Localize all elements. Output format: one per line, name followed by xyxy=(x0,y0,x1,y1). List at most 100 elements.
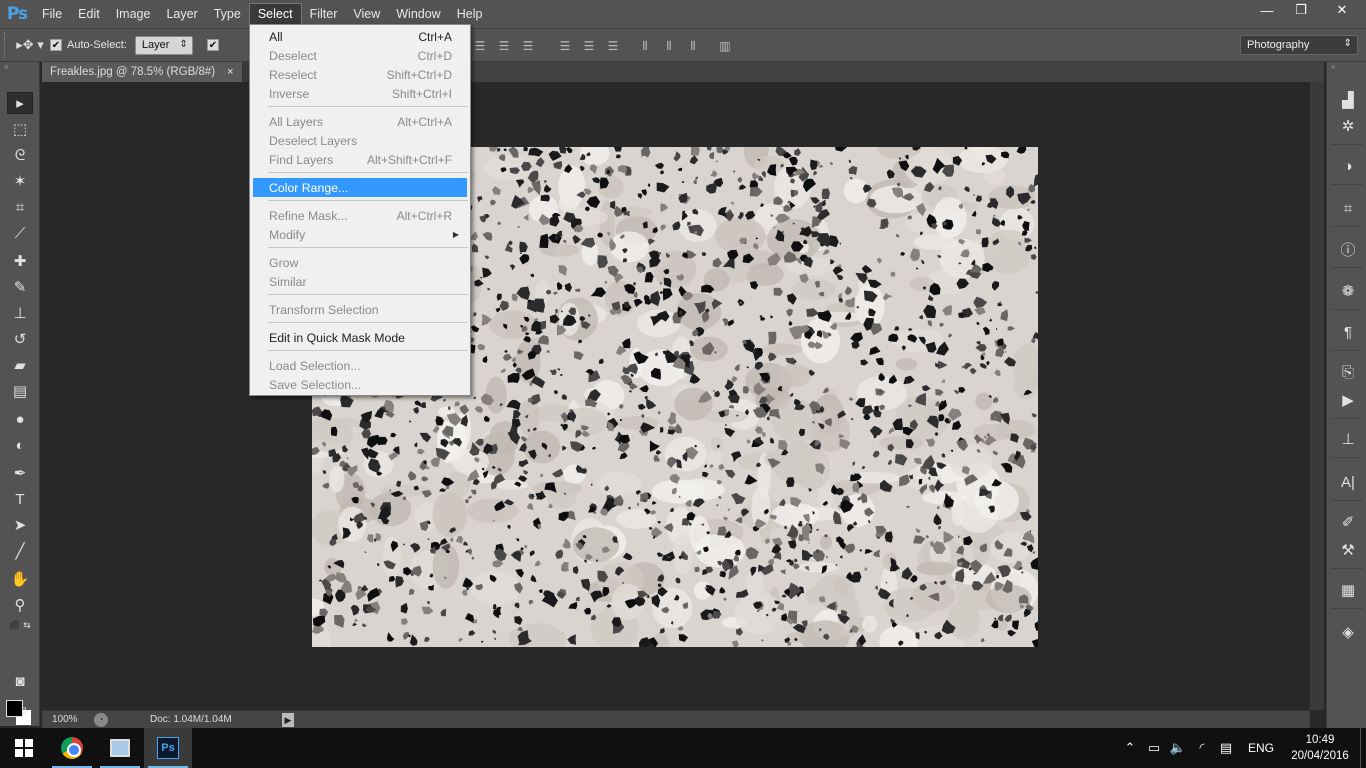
path-selection-tool-icon[interactable]: ➤ xyxy=(7,514,33,536)
canvas-area[interactable] xyxy=(42,82,1310,710)
auto-select-option[interactable]: ✔ Auto-Select: xyxy=(50,39,127,51)
layers-panel-icon[interactable]: ◈ xyxy=(1336,620,1360,644)
minimize-button[interactable]: — xyxy=(1250,0,1284,20)
eraser-tool-icon[interactable]: ▰ xyxy=(7,354,33,376)
menu-item-quick-mask[interactable]: Edit in Quick Mask Mode xyxy=(253,328,467,347)
clock[interactable]: 10:49 20/04/2016 xyxy=(1284,732,1356,764)
tab-document-1[interactable]: Freakles.jpg @ 78.5% (RGB/8#) × xyxy=(42,62,243,82)
marquee-tool-icon[interactable]: ⬚ xyxy=(7,118,33,140)
menu-select[interactable]: Select xyxy=(248,3,302,25)
input-language[interactable]: ENG xyxy=(1248,741,1274,755)
auto-select-target-select[interactable]: Layer xyxy=(134,35,193,55)
menu-item-grow[interactable]: Grow xyxy=(253,253,467,272)
distribute-vcenter-icon[interactable]: ☰ xyxy=(579,36,599,56)
menu-edit[interactable]: Edit xyxy=(70,3,108,25)
menu-item-refine-mask[interactable]: Refine Mask... Alt+Ctrl+R xyxy=(253,206,467,225)
history-brush-tool-icon[interactable]: ↺ xyxy=(7,328,33,350)
menu-window[interactable]: Window xyxy=(388,3,448,25)
gradient-tool-icon[interactable]: ▤ xyxy=(7,380,33,402)
align-top-icon[interactable]: ☰ xyxy=(470,36,490,56)
brush-presets-panel-icon[interactable]: ✐ xyxy=(1336,510,1360,534)
quick-mask-icon[interactable]: ◙ xyxy=(7,670,33,692)
histogram-panel-icon[interactable]: ▟ xyxy=(1336,88,1360,112)
distribute-right-icon[interactable]: ⫴ xyxy=(683,36,703,56)
foreground-color-swatch[interactable] xyxy=(6,700,23,717)
menu-item-transform-selection[interactable]: Transform Selection xyxy=(253,300,467,319)
info-panel-icon[interactable]: ⓘ xyxy=(1336,237,1360,261)
character-panel-icon[interactable]: A| xyxy=(1336,470,1360,494)
menu-file[interactable]: File xyxy=(34,3,70,25)
close-button[interactable]: ✕ xyxy=(1318,0,1366,20)
transform-controls-checkbox[interactable]: ✔ xyxy=(206,39,219,51)
distribute-left-icon[interactable]: ⫴ xyxy=(635,36,655,56)
menu-item-modify[interactable]: Modify ▶ xyxy=(253,225,467,244)
menu-item-color-range[interactable]: Color Range... xyxy=(253,178,467,197)
start-button[interactable] xyxy=(0,728,48,768)
pen-tool-icon[interactable]: ✒ xyxy=(7,462,33,484)
align-vcenter-icon[interactable]: ☰ xyxy=(494,36,514,56)
menu-layer[interactable]: Layer xyxy=(158,3,205,25)
menu-item-load-selection[interactable]: Load Selection... xyxy=(253,356,467,375)
layer-comps-panel-icon[interactable]: ▦ xyxy=(1336,578,1360,602)
menu-item-deselect-layers[interactable]: Deselect Layers xyxy=(253,131,467,150)
menu-item-save-selection[interactable]: Save Selection... xyxy=(253,375,467,394)
menu-item-all-layers[interactable]: All Layers Alt+Ctrl+A xyxy=(253,112,467,131)
clone-stamp-tool-icon[interactable]: ⊥ xyxy=(7,302,33,324)
tab-close-icon[interactable]: × xyxy=(227,66,233,78)
tool-presets-panel-icon[interactable]: ⚒ xyxy=(1336,538,1360,562)
swap-colors-icon[interactable]: ⬛ ⇆ xyxy=(7,618,33,632)
history-panel-icon[interactable]: ⎘ xyxy=(1336,360,1360,384)
properties-panel-icon[interactable]: ⌗ xyxy=(1336,196,1360,220)
navigator-panel-icon[interactable]: ✲ xyxy=(1336,114,1360,138)
distribute-bottom-icon[interactable]: ☰ xyxy=(603,36,623,56)
move-tool-icon[interactable]: ▸ xyxy=(7,92,33,114)
wifi-icon[interactable]: ◜ xyxy=(1190,740,1214,756)
menu-type[interactable]: Type xyxy=(206,3,249,25)
zoom-level[interactable]: 100% xyxy=(42,714,84,725)
notifications-icon[interactable]: ▤ xyxy=(1214,740,1238,756)
dock-collapse-icon[interactable]: « xyxy=(1327,62,1366,72)
auto-align-icon[interactable]: ▥ xyxy=(715,36,735,56)
blur-tool-icon[interactable]: ● xyxy=(7,408,33,430)
menu-view[interactable]: View xyxy=(345,3,388,25)
auto-select-checkbox[interactable]: ✔ xyxy=(50,39,62,51)
adjustments-panel-icon[interactable]: ◑ xyxy=(1336,154,1360,178)
battery-icon[interactable]: ▭ xyxy=(1142,740,1166,756)
menu-item-deselect[interactable]: Deselect Ctrl+D xyxy=(253,46,467,65)
menu-item-find-layers[interactable]: Find Layers Alt+Shift+Ctrl+F xyxy=(253,150,467,169)
distribute-hcenter-icon[interactable]: ⫴ xyxy=(659,36,679,56)
healing-brush-tool-icon[interactable]: ✚ xyxy=(7,250,33,272)
menu-item-inverse[interactable]: Inverse Shift+Ctrl+I xyxy=(253,84,467,103)
show-desktop-button[interactable] xyxy=(1360,728,1366,768)
share-icon[interactable]: ◔ xyxy=(94,712,108,727)
volume-icon[interactable]: 🔈 xyxy=(1166,740,1190,756)
status-menu-arrow-icon[interactable]: ▶ xyxy=(282,713,294,727)
actions-panel-icon[interactable]: ▶ xyxy=(1336,388,1360,412)
restore-button[interactable]: ❐ xyxy=(1284,0,1318,20)
hand-tool-icon[interactable]: ✋ xyxy=(7,568,33,590)
vertical-scrollbar[interactable] xyxy=(1310,82,1324,710)
taskbar-photoshop[interactable]: Ps xyxy=(144,728,192,768)
lasso-tool-icon[interactable]: ᘓ xyxy=(7,144,33,166)
line-tool-icon[interactable]: ╱ xyxy=(7,540,33,562)
paragraph-panel-icon[interactable]: ¶ xyxy=(1336,320,1360,344)
taskbar-chrome[interactable] xyxy=(48,728,96,768)
transform-controls-option[interactable]: ✔ xyxy=(206,39,224,51)
menu-image[interactable]: Image xyxy=(108,3,159,25)
chevron-up-icon[interactable]: ⌃ xyxy=(1118,740,1142,756)
channels-panel-icon[interactable]: ❁ xyxy=(1336,279,1360,303)
menu-help[interactable]: Help xyxy=(449,3,491,25)
workspace-switcher[interactable]: Photography xyxy=(1240,35,1358,55)
distribute-top-icon[interactable]: ☰ xyxy=(555,36,575,56)
align-bottom-icon[interactable]: ☰ xyxy=(518,36,538,56)
menu-item-all[interactable]: All Ctrl+A xyxy=(253,27,467,46)
menu-item-reselect[interactable]: Reselect Shift+Ctrl+D xyxy=(253,65,467,84)
zoom-tool-icon[interactable]: ⚲ xyxy=(7,594,33,616)
move-tool-icon[interactable]: ▸✥ ▾ xyxy=(10,33,50,57)
type-tool-icon[interactable]: T xyxy=(7,488,33,510)
crop-tool-icon[interactable]: ⌗ xyxy=(7,196,33,218)
magic-wand-tool-icon[interactable]: ✶ xyxy=(7,170,33,192)
menu-filter[interactable]: Filter xyxy=(302,3,346,25)
brush-tool-icon[interactable]: ✎ xyxy=(7,276,33,298)
menu-item-similar[interactable]: Similar xyxy=(253,272,467,291)
